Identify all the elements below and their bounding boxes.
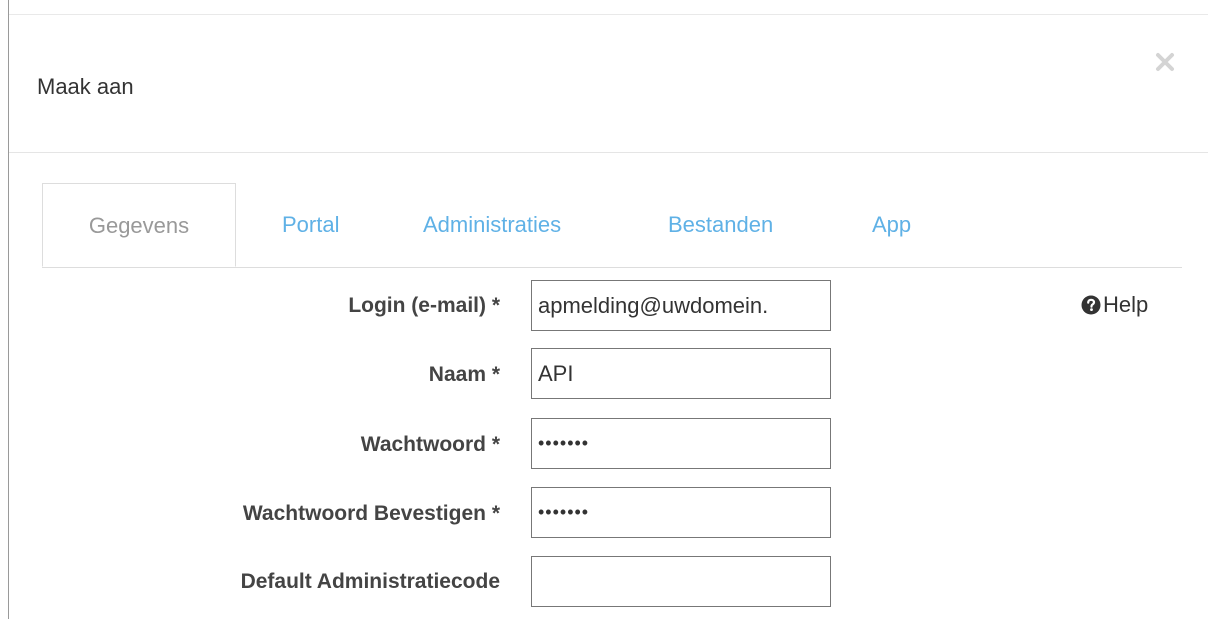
help-label: Help	[1103, 292, 1149, 317]
close-button[interactable]	[1152, 49, 1178, 75]
default-administratiecode-label: Default Administratiecode	[240, 570, 500, 593]
wachtwoord-label: Wachtwoord *	[360, 433, 500, 456]
wachtwoord-input[interactable]	[531, 418, 831, 469]
create-modal: Maak aan Gegevens Portal Administraties …	[9, 0, 1208, 619]
naam-label: Naam *	[428, 363, 500, 386]
wachtwoord-bevestigen-label: Wachtwoord Bevestigen *	[242, 502, 500, 525]
tab-gegevens[interactable]: Gegevens	[42, 183, 236, 267]
tab-administraties[interactable]: Administraties	[423, 183, 561, 267]
close-icon	[1156, 53, 1174, 71]
page: Maak aan Gegevens Portal Administraties …	[0, 0, 1208, 619]
tab-bar: Gegevens Portal Administraties Bestanden…	[42, 183, 1182, 268]
help-link[interactable]: Help	[1081, 290, 1148, 320]
naam-input[interactable]	[531, 348, 831, 399]
login-email-input[interactable]	[531, 280, 831, 331]
default-administratiecode-input[interactable]	[531, 556, 831, 607]
modal-title: Maak aan	[37, 74, 134, 99]
wachtwoord-bevestigen-input[interactable]	[531, 487, 831, 538]
tab-bestanden[interactable]: Bestanden	[668, 183, 773, 267]
login-label: Login (e-mail) *	[348, 294, 500, 317]
tab-app[interactable]: App	[872, 183, 911, 267]
modal-header: Maak aan	[9, 15, 1208, 153]
question-circle-icon	[1081, 295, 1101, 315]
tab-portal[interactable]: Portal	[282, 183, 339, 267]
